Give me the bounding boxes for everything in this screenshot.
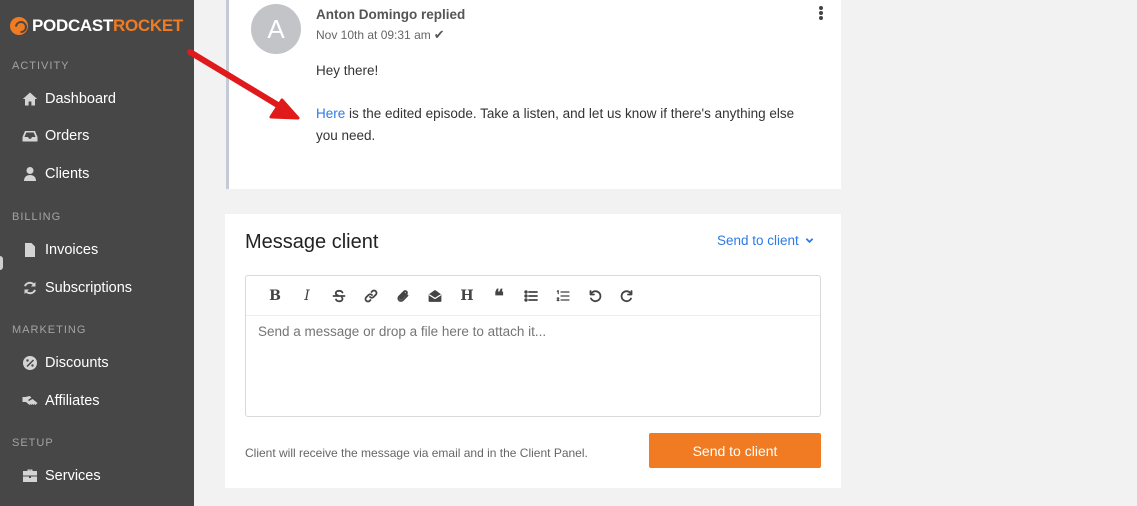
sidebar-item-orders[interactable]: Orders [22, 126, 89, 146]
sidebar-item-services[interactable]: Services [22, 466, 101, 486]
reply-card: A Anton Domingo replied Nov 10th at 09:3… [226, 0, 841, 189]
more-options-icon[interactable] [817, 6, 825, 22]
section-label-activity: ACTIVITY [12, 60, 70, 72]
handshake-icon [22, 393, 38, 409]
sidebar-item-dashboard[interactable]: Dashboard [22, 89, 116, 109]
sidebar-item-label: Subscriptions [45, 280, 133, 296]
sidebar-item-label: Dashboard [45, 91, 116, 107]
undo-icon[interactable] [586, 287, 604, 305]
refresh-icon [22, 280, 38, 296]
inbox-icon [22, 128, 38, 144]
brand-name-part2: ROCKET [113, 16, 184, 35]
sidebar-item-label: Clients [45, 166, 90, 182]
editor-toolbar: B I H ❝ [246, 276, 820, 316]
reply-author: Anton Domingo replied [316, 7, 466, 22]
dropdown-label: Send to client [717, 233, 799, 248]
message-client-title: Message client [245, 231, 379, 253]
percent-icon [22, 355, 38, 371]
user-icon [22, 166, 38, 182]
sidebar-item-subscriptions[interactable]: Subscriptions [22, 278, 132, 298]
reply-timestamp: Nov 10th at 09:31 am ✔ [316, 27, 445, 43]
envelope-icon[interactable] [426, 287, 444, 305]
annotation-arrow-icon [187, 49, 300, 120]
sidebar-item-label: Discounts [45, 355, 109, 371]
chevron-down-icon [805, 238, 814, 244]
section-label-billing: BILLING [12, 211, 62, 223]
sidebar-item-affiliates[interactable]: Affiliates [22, 391, 100, 411]
message-editor: B I H ❝ [245, 275, 821, 417]
sidebar: PODCAST ROCKET ACTIVITY Dashboard Orders… [0, 0, 194, 506]
sidebar-item-discounts[interactable]: Discounts [22, 353, 109, 373]
sidebar-item-invoices[interactable]: Invoices [22, 240, 98, 260]
italic-icon[interactable]: I [298, 287, 316, 305]
quote-icon[interactable]: ❝ [490, 286, 508, 307]
numbered-list-icon[interactable] [554, 287, 572, 305]
sidebar-item-label: Services [45, 468, 101, 484]
checkmark-icon: ✔ [433, 27, 445, 42]
timestamp-text: Nov 10th at 09:31 am [316, 28, 431, 42]
sidebar-item-clients[interactable]: Clients [22, 164, 89, 184]
sidebar-item-label: Invoices [45, 242, 99, 258]
reply-greeting: Hey there! [316, 63, 379, 78]
sidebar-item-label: Orders [45, 128, 90, 144]
reply-body: Here is the edited episode. Take a liste… [316, 103, 816, 147]
section-label-marketing: MARKETING [12, 324, 87, 336]
reply-body-text: is the edited episode. Take a listen, an… [316, 106, 795, 143]
section-label-setup: SETUP [12, 437, 54, 449]
delivery-hint: Client will receive the message via emai… [245, 446, 588, 460]
rocket-logo-icon [10, 17, 28, 35]
redo-icon[interactable] [618, 287, 636, 305]
message-client-card: Message client Send to client B I H ❝ Cl… [225, 214, 841, 488]
send-to-client-button[interactable]: Send to client [649, 433, 821, 468]
brand-logo[interactable]: PODCAST ROCKET [10, 14, 183, 38]
sidebar-item-label: Affiliates [45, 393, 100, 409]
bullet-list-icon[interactable] [522, 287, 540, 305]
episode-link[interactable]: Here [316, 106, 345, 121]
link-icon[interactable] [362, 287, 380, 305]
heading-icon[interactable]: H [458, 287, 476, 305]
bold-icon[interactable]: B [266, 287, 284, 305]
file-icon [22, 242, 38, 258]
briefcase-icon [22, 468, 38, 484]
sidebar-edge-handle [0, 256, 3, 270]
message-input[interactable] [258, 324, 808, 339]
brand-name-part1: PODCAST [32, 16, 114, 35]
home-icon [22, 91, 38, 107]
paperclip-icon[interactable] [394, 287, 412, 305]
send-to-client-dropdown[interactable]: Send to client [717, 233, 814, 248]
strikethrough-icon[interactable] [330, 287, 348, 305]
